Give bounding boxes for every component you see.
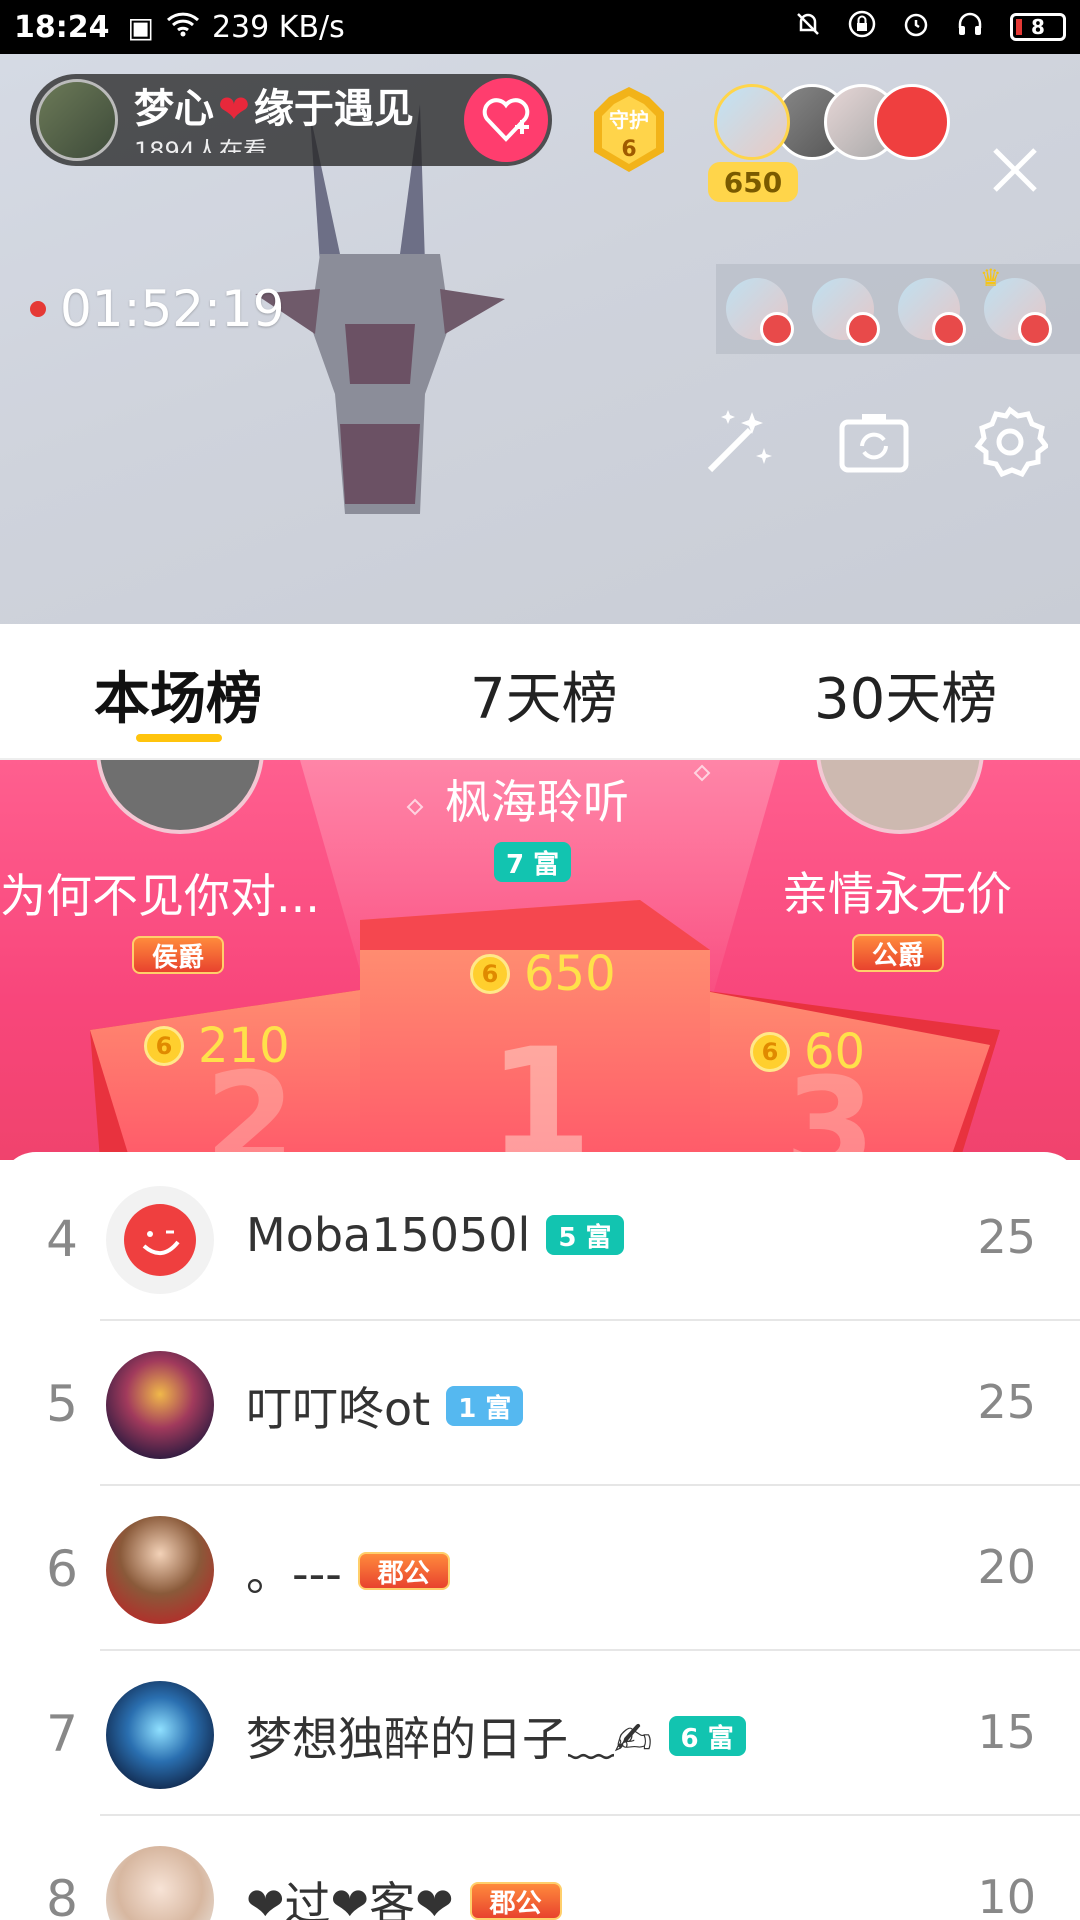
battery-icon: 8 — [1010, 13, 1066, 41]
score: 20 — [977, 1540, 1036, 1594]
podium: 2 3 1 枫海聆听 7 富 6 650 为何不见你对... 侯爵 6 210 … — [0, 760, 1080, 1160]
rank-number: 6 — [46, 1540, 78, 1598]
ranking-row[interactable]: 8 ❤过❤客❤ 郡公 10 — [0, 1816, 1080, 1920]
rank-number: 4 — [46, 1210, 78, 1268]
first-place-coins: 6 650 — [470, 946, 616, 1002]
tab-30-days[interactable]: 30天榜 — [814, 654, 997, 735]
ranking-row[interactable]: 4 Moba15050l 5 富 25 — [0, 1156, 1080, 1321]
svg-text:守护: 守护 — [609, 108, 649, 132]
coin-icon: 6 — [144, 1026, 184, 1066]
bell-muted-icon — [794, 10, 822, 45]
tab-current-session[interactable]: 本场榜 — [94, 654, 262, 735]
third-place-coins: 6 60 — [750, 1024, 865, 1080]
rank-number: 5 — [46, 1375, 78, 1433]
heart-icon: ❤ — [218, 87, 250, 131]
third-place-name[interactable]: 亲情永无价 — [782, 858, 1012, 924]
ranking-list: 4 Moba15050l 5 富 25 5 叮叮咚ot 1 富 25 6 。--… — [0, 1152, 1080, 1920]
third-place-tag: 公爵 — [852, 934, 945, 972]
magic-wand-icon — [707, 410, 772, 473]
follow-button[interactable] — [464, 78, 548, 162]
status-bar: 18:24 ▣ 239 KB/s 8 — [0, 0, 1080, 54]
username: 叮叮咚ot 1 富 — [246, 1373, 524, 1439]
status-time: 18:24 — [14, 9, 110, 45]
switch-camera-button[interactable] — [836, 404, 912, 480]
first-place-tag: 7 富 — [494, 842, 572, 882]
crown-icon: ♛ — [980, 264, 1002, 292]
coin-icon: 6 — [470, 954, 510, 994]
heart-plus-icon — [482, 98, 530, 142]
headphones-icon — [956, 10, 984, 45]
second-place-name[interactable]: 为何不见你对... — [0, 860, 330, 926]
wifi-icon — [166, 11, 200, 44]
sofa-icon — [846, 312, 880, 346]
username: ❤过❤客❤ 郡公 — [246, 1868, 562, 1920]
live-dot — [30, 301, 46, 317]
svg-text:6: 6 — [621, 137, 636, 162]
sofa-icon — [1018, 312, 1052, 346]
rank-number: 8 — [46, 1870, 78, 1920]
username: 。--- 郡公 — [246, 1538, 450, 1604]
host-info-pill[interactable]: 梦心 ❤ 缘于遇见 1894人在看 — [30, 74, 552, 166]
sofa-icon — [932, 312, 966, 346]
guard-badge[interactable]: 守护 6 — [584, 82, 674, 178]
sofa-icon — [760, 312, 794, 346]
noble-badge: 郡公 — [469, 1882, 562, 1920]
svg-text:1: 1 — [488, 1017, 592, 1160]
wealth-badge: 5 富 — [546, 1215, 624, 1255]
seat-strip[interactable]: ♛ — [716, 264, 1080, 354]
live-video[interactable]: 梦心 ❤ 缘于遇见 1894人在看 守护 6 650 01:52:19 ♛ — [0, 54, 1080, 624]
top-viewer-coins: 650 — [708, 162, 798, 202]
score: 25 — [977, 1375, 1036, 1429]
host-viewer-count: 1894人在看 — [134, 137, 268, 153]
avatar[interactable] — [106, 1516, 214, 1624]
close-button[interactable] — [985, 144, 1045, 204]
ranking-row[interactable]: 7 梦想独醉的日子﹏✍ 6 富 15 — [0, 1651, 1080, 1816]
host-avatar[interactable] — [36, 79, 118, 161]
beauty-button[interactable] — [700, 404, 776, 480]
second-place-coins: 6 210 — [144, 1018, 290, 1074]
alarm-icon — [902, 10, 930, 45]
seat-avatar[interactable]: ♛ — [980, 264, 1052, 346]
avatar[interactable] — [106, 1186, 214, 1294]
camera-switch-icon — [839, 414, 909, 473]
score: 15 — [977, 1705, 1036, 1759]
tab-7-days[interactable]: 7天榜 — [470, 654, 618, 735]
ranking-row[interactable]: 5 叮叮咚ot 1 富 25 — [0, 1321, 1080, 1486]
avatar[interactable] — [106, 1351, 214, 1459]
coin-icon: 6 — [750, 1032, 790, 1072]
network-speed: 239 KB/s — [211, 9, 345, 45]
score: 10 — [977, 1870, 1036, 1920]
viewer-avatar[interactable] — [874, 84, 950, 160]
ranking-row[interactable]: 6 。--- 郡公 20 — [0, 1486, 1080, 1651]
viewer-avatar-top[interactable] — [714, 84, 790, 160]
close-icon — [993, 148, 1037, 192]
username: 梦想独醉的日子﹏✍ 6 富 — [246, 1703, 746, 1769]
avatar[interactable] — [106, 1681, 214, 1789]
host-name: 梦心 ❤ 缘于遇见 — [134, 86, 414, 132]
notification-icon: ▣ — [127, 10, 154, 44]
live-timer: 01:52:19 — [30, 280, 285, 338]
ranking-tabs: 本场榜 7天榜 30天榜 — [0, 624, 1080, 760]
avatar[interactable] — [106, 1846, 214, 1920]
live-ranking-screen: 18:24 ▣ 239 KB/s 8 梦心 ❤ 缘于遇见 1894人在看 守护 … — [0, 0, 1080, 1920]
username: Moba15050l 5 富 — [246, 1208, 624, 1262]
first-place-name[interactable]: 枫海聆听 — [445, 766, 629, 832]
lock-icon — [848, 10, 876, 45]
settings-icon — [974, 406, 1048, 478]
second-place-tag: 侯爵 — [132, 936, 225, 974]
wealth-badge: 1 富 — [446, 1386, 524, 1426]
rank-number: 7 — [46, 1705, 78, 1763]
noble-badge: 郡公 — [357, 1552, 450, 1590]
active-tab-indicator — [136, 734, 222, 742]
seat-avatar[interactable] — [812, 278, 880, 346]
score: 25 — [977, 1210, 1036, 1264]
seat-avatar[interactable] — [726, 278, 794, 346]
wealth-badge: 6 富 — [668, 1716, 746, 1756]
settings-button[interactable] — [972, 404, 1048, 480]
seat-avatar[interactable] — [898, 278, 966, 346]
